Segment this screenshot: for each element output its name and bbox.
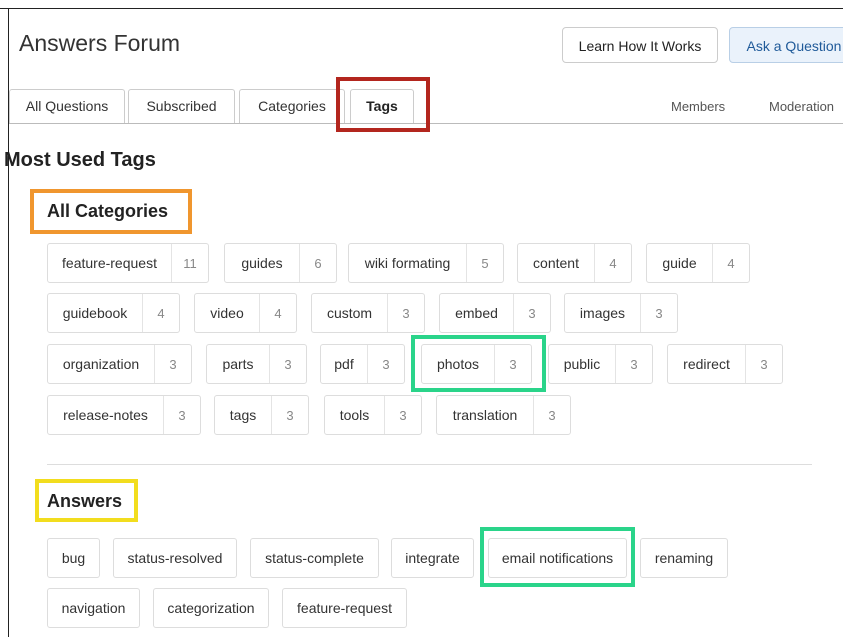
section-divider <box>47 464 812 465</box>
category-title-all-categories: All Categories <box>47 201 169 221</box>
tag-name: content <box>533 255 579 271</box>
tag-item[interactable]: pdf 3 <box>320 344 405 384</box>
tag-name: feature-request <box>297 600 392 616</box>
tag-name: pdf <box>334 356 354 372</box>
tag-item[interactable]: parts 3 <box>206 344 307 384</box>
tag-item[interactable]: guidebook 4 <box>47 293 180 333</box>
tag-count: 3 <box>269 345 306 383</box>
tag-count: 11 <box>171 244 208 282</box>
tag-count: 3 <box>387 294 424 332</box>
tag-count: 3 <box>494 345 531 383</box>
tag-name: wiki formating <box>364 255 451 271</box>
tag-name: navigation <box>61 600 126 616</box>
tab-all-questions[interactable]: All Questions <box>9 89 125 123</box>
learn-how-it-works-button[interactable]: Learn How It Works <box>562 27 718 63</box>
tag-item[interactable]: organization 3 <box>47 344 192 384</box>
tag-count: 3 <box>163 396 200 434</box>
tag-name: tags <box>229 407 257 423</box>
tag-item[interactable]: tools 3 <box>324 395 422 435</box>
tag-item[interactable]: bug <box>47 538 100 578</box>
tag-item[interactable]: renaming <box>640 538 728 578</box>
tag-count: 3 <box>615 345 652 383</box>
tag-name: public <box>563 356 601 372</box>
tag-name: tools <box>339 407 370 423</box>
tag-name: embed <box>455 305 498 321</box>
tag-item[interactable]: integrate <box>391 538 474 578</box>
tag-count: 3 <box>271 396 308 434</box>
tag-name: parts <box>222 356 254 372</box>
tag-count: 3 <box>367 345 404 383</box>
tag-item[interactable]: guides 6 <box>224 243 337 283</box>
tag-name: status-complete <box>265 550 364 566</box>
tag-item[interactable]: status-resolved <box>113 538 237 578</box>
tag-item[interactable]: public 3 <box>548 344 653 384</box>
tag-item[interactable]: video 4 <box>194 293 297 333</box>
tag-item[interactable]: status-complete <box>250 538 379 578</box>
tag-count: 3 <box>533 396 570 434</box>
tag-item[interactable]: release-notes 3 <box>47 395 201 435</box>
tab-tags[interactable]: Tags <box>350 89 414 123</box>
tab-categories[interactable]: Categories <box>239 89 345 123</box>
tag-name: status-resolved <box>127 550 223 566</box>
tag-name: video <box>210 305 244 321</box>
tab-members[interactable]: Members <box>671 99 725 114</box>
tag-item[interactable]: embed 3 <box>439 293 551 333</box>
tag-item[interactable]: photos 3 <box>421 344 532 384</box>
screenshot-frame: Answers Forum Learn How It Works Ask a Q… <box>0 0 843 637</box>
tag-name: photos <box>436 356 480 372</box>
frame-border-top <box>0 8 843 9</box>
tag-item[interactable]: translation 3 <box>436 395 571 435</box>
tag-name: organization <box>62 356 140 372</box>
tag-name: redirect <box>683 356 730 372</box>
tab-subscribed[interactable]: Subscribed <box>128 89 235 123</box>
tag-item[interactable]: feature-request <box>282 588 407 628</box>
tag-item[interactable]: guide 4 <box>646 243 750 283</box>
category-title-answers: Answers <box>47 491 123 511</box>
tag-item[interactable]: tags 3 <box>214 395 309 435</box>
tag-count: 3 <box>640 294 677 332</box>
tag-count: 5 <box>466 244 503 282</box>
tag-count: 4 <box>594 244 631 282</box>
tag-name: renaming <box>654 550 714 566</box>
tag-count: 4 <box>259 294 296 332</box>
page-title: Most Used Tags <box>4 149 156 171</box>
tag-name: guides <box>241 255 283 271</box>
tag-count: 3 <box>384 396 421 434</box>
tabs-baseline <box>9 123 843 124</box>
tag-item[interactable]: content 4 <box>517 243 632 283</box>
tag-name: guidebook <box>62 305 128 321</box>
tag-count: 3 <box>154 345 191 383</box>
tag-name: images <box>579 305 626 321</box>
tag-name: categorization <box>167 600 255 616</box>
tag-count: 6 <box>299 244 336 282</box>
tag-name: integrate <box>405 550 460 566</box>
ask-a-question-button[interactable]: Ask a Question <box>729 27 843 63</box>
tag-name: custom <box>326 305 373 321</box>
tag-count: 4 <box>142 294 179 332</box>
tag-item[interactable]: categorization <box>153 588 269 628</box>
tag-name: email notifications <box>501 550 614 566</box>
tag-name: release-notes <box>63 407 148 423</box>
tag-count: 3 <box>745 345 782 383</box>
tag-count: 4 <box>712 244 749 282</box>
tag-count: 3 <box>513 294 550 332</box>
tag-item[interactable]: wiki formating 5 <box>348 243 504 283</box>
tag-item[interactable]: feature-request 11 <box>47 243 209 283</box>
app-title: Answers Forum <box>19 30 181 56</box>
tag-item[interactable]: custom 3 <box>311 293 425 333</box>
tag-item[interactable]: images 3 <box>564 293 678 333</box>
tag-name: guide <box>662 255 697 271</box>
tag-item[interactable]: email notifications <box>488 538 627 578</box>
tag-name: bug <box>61 550 86 566</box>
tab-moderation[interactable]: Moderation <box>769 99 834 114</box>
tag-name: feature-request <box>62 255 157 271</box>
tag-name: translation <box>452 407 518 423</box>
tag-item[interactable]: redirect 3 <box>667 344 783 384</box>
tag-item[interactable]: navigation <box>47 588 140 628</box>
